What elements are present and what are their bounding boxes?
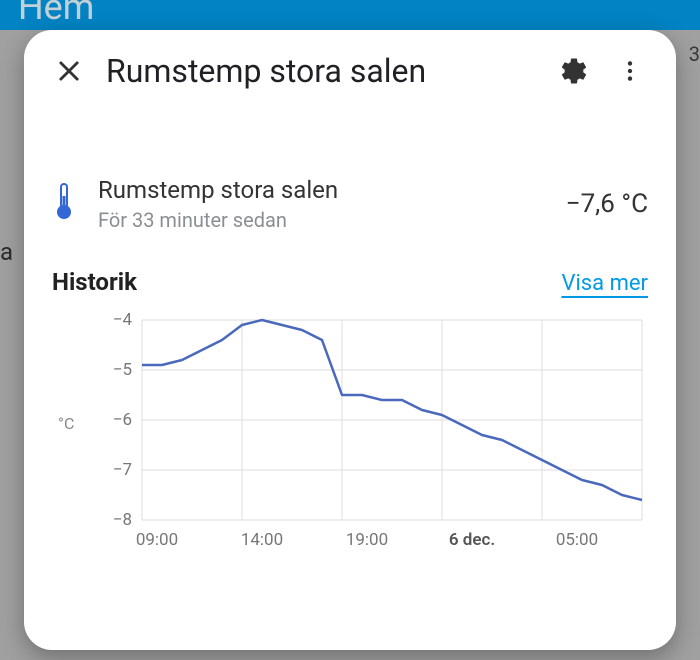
chart-y-tick: −6 [113, 410, 132, 430]
sensor-row: Rumstemp stora salen För 33 minuter seda… [52, 176, 648, 232]
chart-y-tick: −7 [113, 460, 132, 480]
history-title: Historik [52, 268, 137, 296]
chart-x-tick: 19:00 [346, 530, 388, 550]
close-button[interactable] [52, 54, 86, 88]
history-chart[interactable]: °C −4−5−6−7−809:0014:0019:006 dec.05:00 [52, 314, 648, 564]
chart-plot-area: −4−5−6−7−809:0014:0019:006 dec.05:00 [142, 320, 642, 520]
gear-icon [559, 56, 589, 86]
dialog-header: Rumstemp stora salen [52, 52, 648, 90]
chart-x-tick: 14:00 [241, 530, 283, 550]
chart-y-axis-label: °C [58, 414, 74, 433]
sensor-value: −7,6 °C [566, 189, 648, 219]
more-button[interactable] [612, 53, 648, 89]
dialog-title: Rumstemp stora salen [106, 52, 536, 90]
chart-y-tick: −5 [113, 360, 132, 380]
settings-button[interactable] [556, 53, 592, 89]
sensor-updated: För 33 minuter sedan [98, 208, 544, 232]
chart-x-tick: 05:00 [556, 530, 598, 550]
entity-dialog: Rumstemp stora salen Rumstemp stora sale… [24, 30, 676, 650]
dots-vertical-icon [617, 58, 643, 84]
chart-y-tick: −4 [113, 310, 132, 330]
close-icon [55, 57, 83, 85]
sensor-name: Rumstemp stora salen [98, 176, 544, 204]
show-more-link[interactable]: Visa mer [561, 271, 648, 296]
chart-x-tick: 09:00 [136, 530, 178, 550]
thermometer-icon [52, 182, 76, 226]
chart-y-tick: −8 [113, 510, 132, 530]
chart-x-tick: 6 dec. [449, 530, 495, 550]
